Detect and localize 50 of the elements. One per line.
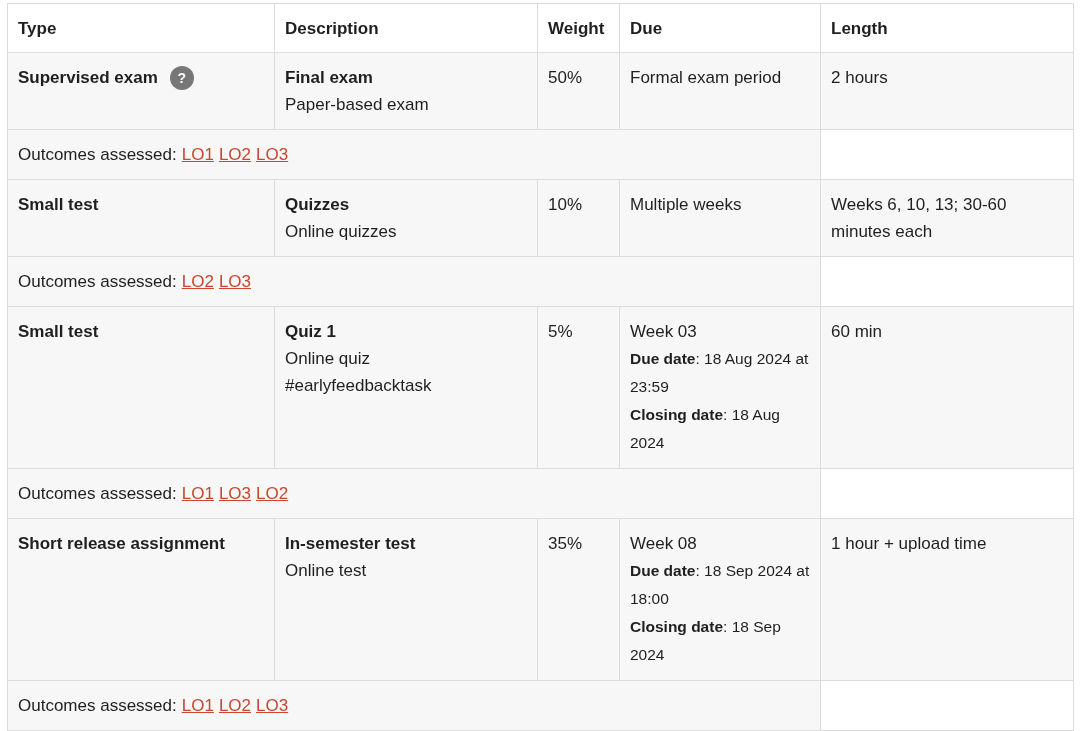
- assessment-title: In-semester test: [285, 533, 417, 555]
- weight-cell: 10%: [537, 179, 620, 257]
- assessment-title: Final exam: [285, 67, 374, 89]
- outcome-link[interactable]: LO1: [181, 696, 214, 715]
- due-period: Week 08: [630, 533, 698, 555]
- column-header: Type: [7, 3, 275, 53]
- weight-cell: 50%: [537, 52, 620, 130]
- due-period: Week 03: [630, 321, 698, 343]
- outcome-link[interactable]: LO2: [218, 145, 252, 164]
- outcomes-label: Outcomes assessed:: [18, 696, 177, 715]
- assessment-description: Online quiz: [285, 348, 372, 370]
- assessment-description: #earlyfeedbacktask: [285, 375, 433, 397]
- due-detail: Due date: 18 Aug 2024 at 23:59: [630, 349, 810, 397]
- assessment-type: Short release assignment: [18, 533, 225, 555]
- assessment-title: Quiz 1: [285, 321, 337, 343]
- outcome-link[interactable]: LO1: [181, 145, 214, 164]
- due-detail: Closing date: 18 Sep 2024: [630, 617, 782, 665]
- outcome-link[interactable]: LO3: [218, 484, 252, 503]
- length-cell: 1 hour + upload time: [820, 518, 1074, 681]
- outcome-link[interactable]: LO1: [181, 484, 214, 503]
- assessment-type: Supervised exam: [18, 67, 158, 89]
- assessment-description: Paper-based exam: [285, 94, 430, 116]
- weight-cell: 35%: [537, 518, 620, 681]
- column-header: Due: [619, 3, 821, 53]
- assessment-type: Small test: [18, 321, 99, 343]
- assessment-title: Quizzes: [285, 194, 351, 216]
- due-detail: Closing date: 18 Aug 2024: [630, 405, 781, 453]
- outcomes-label: Outcomes assessed:: [18, 145, 177, 164]
- due-period: Multiple weeks: [630, 194, 743, 216]
- length-cell: 60 min: [820, 306, 1074, 469]
- length-cell: 2 hours: [820, 52, 1074, 130]
- outcome-link[interactable]: LO2: [256, 484, 289, 503]
- outcome-link[interactable]: LO2: [181, 272, 214, 291]
- weight-cell: 5%: [537, 306, 620, 469]
- outcome-link[interactable]: LO3: [256, 145, 289, 164]
- length-cell: Weeks 6, 10, 13; 30-60 minutes each: [820, 179, 1074, 257]
- column-header: Weight: [537, 3, 620, 53]
- column-header: Description: [274, 3, 538, 53]
- outcomes-label: Outcomes assessed:: [18, 484, 177, 503]
- due-period: Formal exam period: [630, 67, 783, 89]
- assessment-description: Online quizzes: [285, 221, 398, 243]
- outcome-link[interactable]: LO2: [218, 696, 252, 715]
- outcome-link[interactable]: LO3: [256, 696, 289, 715]
- due-detail: Due date: 18 Sep 2024 at 18:00: [630, 561, 810, 609]
- outcome-link[interactable]: LO3: [218, 272, 252, 291]
- assessment-description: Online test: [285, 560, 368, 582]
- help-button[interactable]: ?: [169, 65, 194, 90]
- column-header: Length: [820, 3, 1074, 53]
- assessment-type: Small test: [18, 194, 99, 216]
- outcomes-label: Outcomes assessed:: [18, 272, 177, 291]
